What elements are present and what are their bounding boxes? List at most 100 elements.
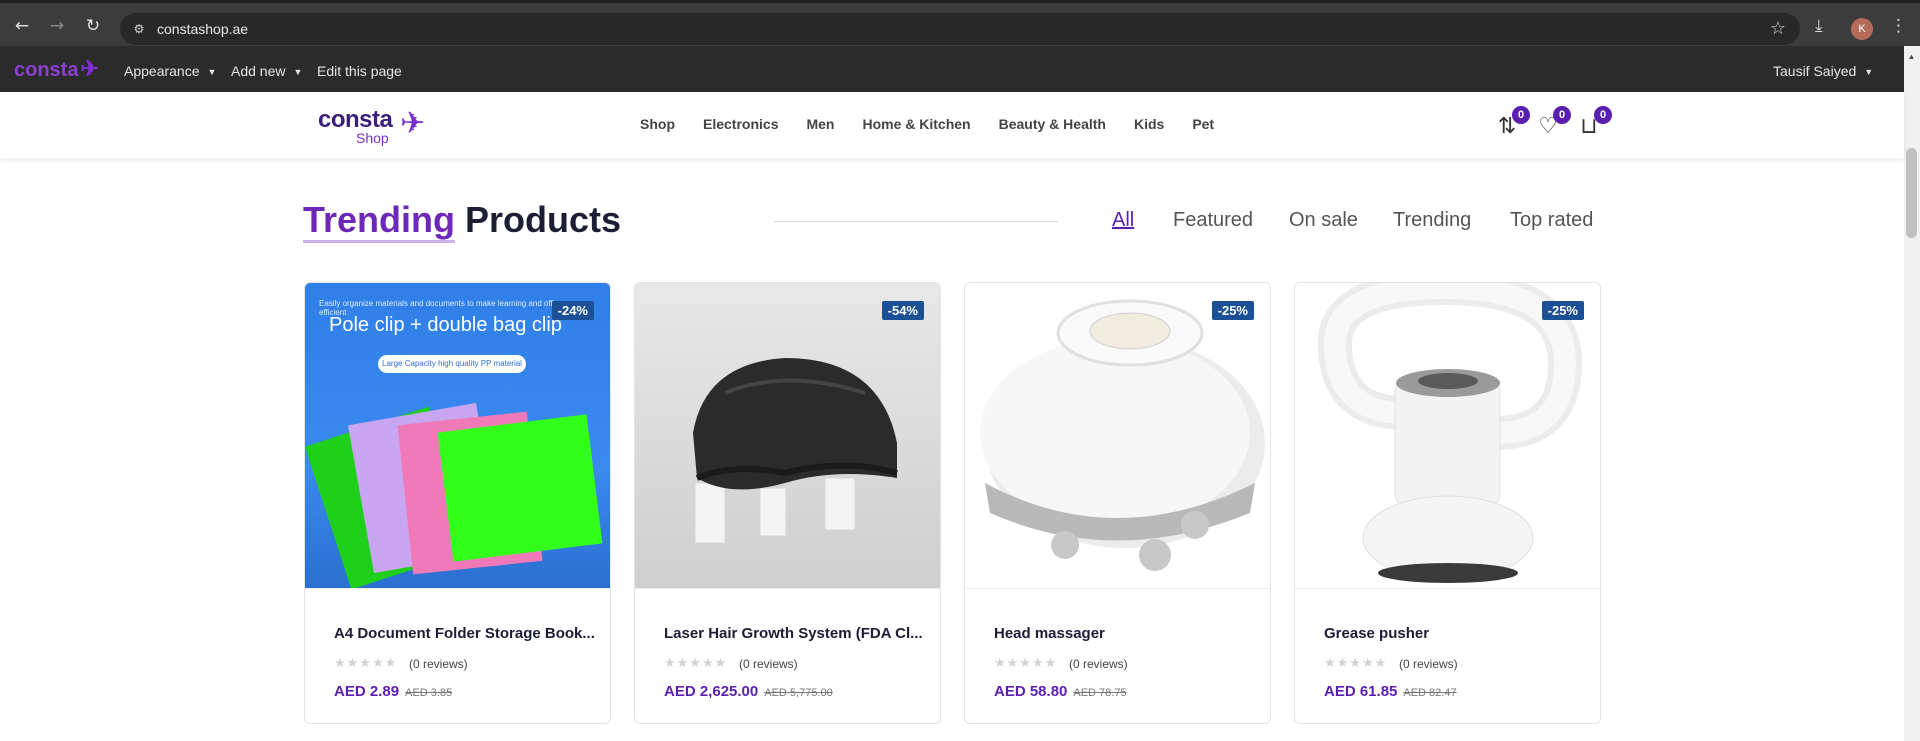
nav-electronics[interactable]: Electronics <box>703 116 778 132</box>
browser-toolbar: ← → ↻ ⚙ constashop.ae ☆ ⤓ K ⋮ <box>0 0 1920 46</box>
lime-folder-shape <box>437 414 603 562</box>
product-name[interactable]: Laser Hair Growth System (FDA Cl... <box>664 625 924 642</box>
scrollbar-thumb[interactable] <box>1906 148 1917 238</box>
card-divider <box>305 588 610 589</box>
admin-add-new-menu[interactable]: Add new ▼ <box>231 63 302 79</box>
sale-price: AED 61.85 <box>1324 683 1398 700</box>
back-arrow-icon[interactable]: ← <box>12 16 32 36</box>
site-header: consta Shop ✈ Shop Electronics Men Home … <box>0 92 1904 158</box>
helmet-illustration <box>693 358 898 544</box>
sale-price: AED 2.89 <box>334 683 400 700</box>
rating-stars-icon: ★★★★★ <box>664 656 728 671</box>
old-price: AED 78.75 <box>1073 687 1127 699</box>
address-bar[interactable]: ⚙ constashop.ae ☆ <box>120 13 1800 45</box>
scroll-up-arrow-icon[interactable]: ▲ <box>1906 52 1917 61</box>
wishlist-count-badge: 0 <box>1553 106 1571 124</box>
admin-user-name: Tausif Saiyed <box>1773 63 1857 79</box>
nav-home-kitchen[interactable]: Home & Kitchen <box>862 116 970 132</box>
discount-badge: -25% <box>1211 301 1254 320</box>
product-card[interactable]: Easily organize materials and documents … <box>304 282 611 724</box>
card-divider <box>965 588 1270 589</box>
compare-icon[interactable]: ⇅ 0 <box>1494 106 1530 140</box>
admin-edit-page-link[interactable]: Edit this page <box>317 63 402 79</box>
nav-shop[interactable]: Shop <box>640 116 675 132</box>
url-text: constashop.ae <box>157 21 249 37</box>
product-image[interactable]: -25% <box>1295 283 1600 588</box>
forward-arrow-icon[interactable]: → <box>47 16 67 36</box>
grease-pusher-illustration <box>1317 283 1583 583</box>
brand-sub: Shop <box>356 130 389 146</box>
product-image[interactable]: -54% <box>635 283 940 588</box>
reload-icon[interactable]: ↻ <box>83 16 103 36</box>
admin-logo[interactable]: consta✈ <box>14 56 99 82</box>
review-count: (0 reviews) <box>409 657 468 671</box>
product-image[interactable]: Easily organize materials and documents … <box>305 283 610 588</box>
nav-men[interactable]: Men <box>806 116 834 132</box>
filter-tab-featured[interactable]: Featured <box>1173 209 1253 232</box>
wishlist-heart-icon[interactable]: ♡ 0 <box>1535 106 1571 140</box>
main-navigation: Shop Electronics Men Home & Kitchen Beau… <box>640 116 1242 132</box>
admin-bar: consta✈ Appearance ▼ Add new ▼ Edit this p… <box>0 46 1920 92</box>
section-title-accent: Trending <box>303 199 455 243</box>
rating-stars-icon: ★★★★★ <box>1324 656 1388 671</box>
product-name[interactable]: A4 Document Folder Storage Book... <box>334 625 594 642</box>
discount-badge: -24% <box>551 301 594 320</box>
review-count: (0 reviews) <box>1069 657 1128 671</box>
product-image[interactable]: -25% <box>965 283 1270 588</box>
discount-badge: -54% <box>881 301 924 320</box>
product-name[interactable]: Grease pusher <box>1324 625 1584 642</box>
profile-avatar[interactable]: K <box>1851 18 1873 40</box>
discount-badge: -25% <box>1541 301 1584 320</box>
section-title: Trending Products <box>303 199 622 243</box>
rating-stars-icon: ★★★★★ <box>994 656 1058 671</box>
product-card[interactable]: -54% Laser Hair Growth System (FDA Cl...… <box>634 282 941 724</box>
admin-user-menu[interactable]: Tausif Saiyed ▼ <box>1773 63 1873 79</box>
sale-price: AED 2,625.00 <box>664 683 759 700</box>
rating-stars-icon: ★★★★★ <box>334 656 398 671</box>
caret-down-icon: ▼ <box>293 67 303 77</box>
browser-menu-icon[interactable]: ⋮ <box>1890 16 1907 36</box>
admin-appearance-label: Appearance <box>124 63 200 79</box>
site-logo[interactable]: consta Shop ✈ <box>318 104 428 146</box>
product-card[interactable]: -25% Grease pusher ★★★★★ (0 reviews) AED… <box>1294 282 1601 724</box>
bird-logo-icon: ✈ <box>80 56 99 81</box>
product-name[interactable]: Head massager <box>994 625 1254 642</box>
old-price: AED 3.85 <box>405 687 453 699</box>
section-title-rest: Products <box>455 199 622 240</box>
nav-pet[interactable]: Pet <box>1192 116 1214 132</box>
cart-count-badge: 0 <box>1594 106 1612 124</box>
hummingbird-logo-icon: ✈ <box>400 106 426 141</box>
review-count: (0 reviews) <box>1399 657 1458 671</box>
filter-tab-all[interactable]: All <box>1112 209 1134 232</box>
image-caption-pill: Large Capacity high quality PP material <box>378 355 526 373</box>
product-price: AED 58.80 AED 78.75 <box>994 683 1127 700</box>
card-divider <box>1295 588 1600 589</box>
head-massager-illustration <box>980 299 1265 571</box>
caret-down-icon: ▼ <box>1864 67 1874 77</box>
title-divider <box>774 221 1058 222</box>
old-price: AED 82.47 <box>1403 687 1457 699</box>
nav-beauty-health[interactable]: Beauty & Health <box>999 116 1106 132</box>
compare-count-badge: 0 <box>1512 106 1530 124</box>
cart-bag-icon[interactable]: ⊔ 0 <box>1576 106 1612 140</box>
product-price: AED 61.85 AED 82.47 <box>1324 683 1457 700</box>
download-icon[interactable]: ⤓ <box>1815 16 1823 36</box>
bookmark-star-icon[interactable]: ☆ <box>1770 18 1786 39</box>
filter-tab-on-sale[interactable]: On sale <box>1289 209 1358 232</box>
card-divider <box>635 588 940 589</box>
review-count: (0 reviews) <box>739 657 798 671</box>
product-price: AED 2,625.00 AED 5,775.00 <box>664 683 833 700</box>
product-price: AED 2.89 AED 3.85 <box>334 683 452 700</box>
nav-kids[interactable]: Kids <box>1134 116 1164 132</box>
admin-add-new-label: Add new <box>231 63 286 79</box>
admin-logo-text: consta <box>14 59 79 81</box>
filter-tab-trending[interactable]: Trending <box>1393 209 1471 232</box>
sale-price: AED 58.80 <box>994 683 1068 700</box>
product-card[interactable]: -25% Head massager ★★★★★ (0 reviews) AED… <box>964 282 1271 724</box>
old-price: AED 5,775.00 <box>764 687 833 699</box>
admin-appearance-menu[interactable]: Appearance ▼ <box>124 63 216 79</box>
filter-tab-top-rated[interactable]: Top rated <box>1510 209 1593 232</box>
site-info-icon[interactable]: ⚙ <box>130 20 148 38</box>
image-caption-title: Pole clip + double bag clip <box>329 314 562 336</box>
caret-down-icon: ▼ <box>207 67 217 77</box>
